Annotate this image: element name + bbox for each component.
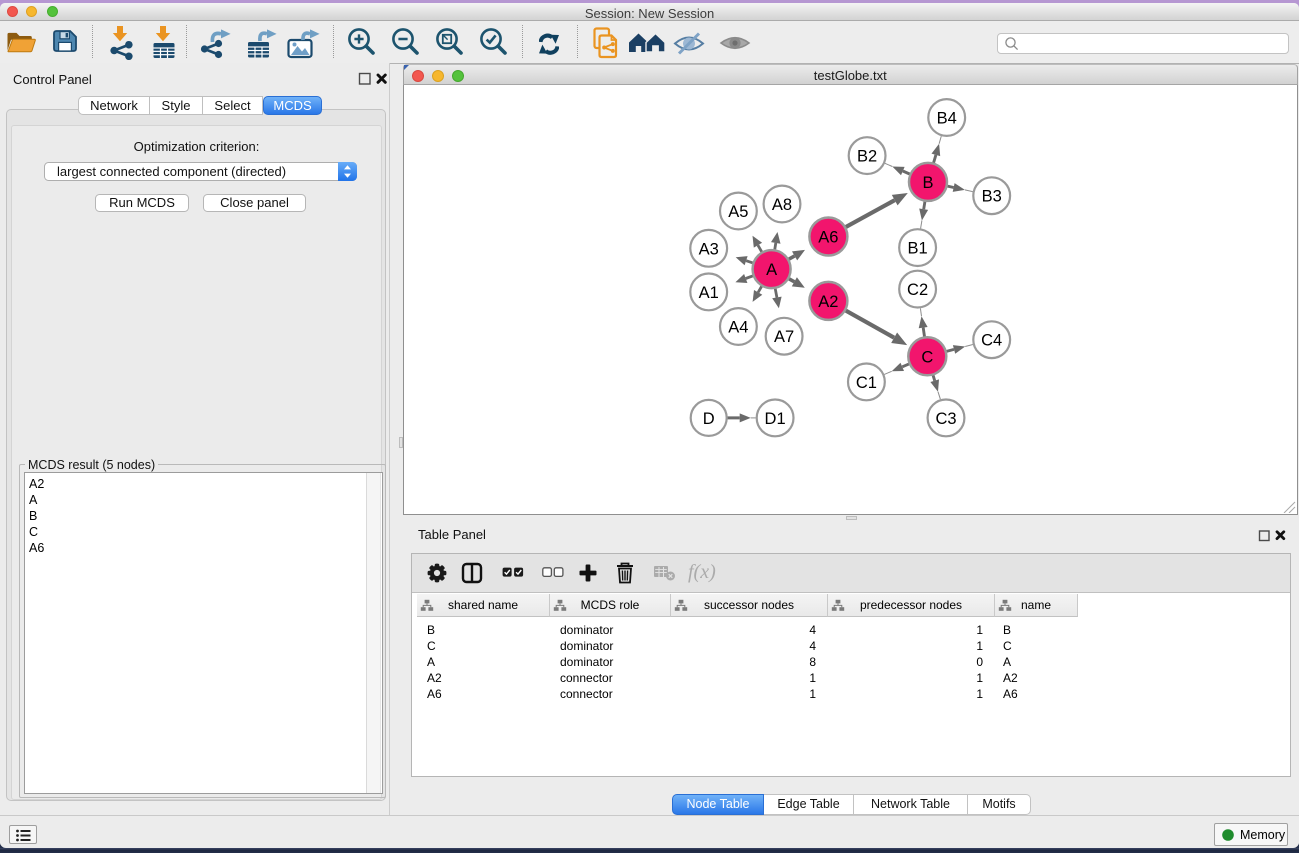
svg-text:B1: B1 <box>908 240 928 258</box>
svg-text:C2: C2 <box>907 281 928 299</box>
svg-text:B2: B2 <box>857 148 877 166</box>
svg-text:B3: B3 <box>982 188 1002 206</box>
svg-text:B: B <box>922 174 933 192</box>
svg-text:A4: A4 <box>728 319 748 337</box>
svg-text:A: A <box>766 261 777 279</box>
svg-text:D: D <box>703 410 715 428</box>
svg-text:A7: A7 <box>774 328 794 346</box>
svg-text:C1: C1 <box>856 374 877 392</box>
svg-text:C4: C4 <box>981 332 1002 350</box>
svg-text:A8: A8 <box>772 196 792 214</box>
svg-text:A6: A6 <box>818 229 838 247</box>
svg-text:A2: A2 <box>818 293 838 311</box>
svg-text:D1: D1 <box>765 410 786 428</box>
svg-text:A5: A5 <box>728 203 748 221</box>
svg-text:A3: A3 <box>699 240 719 258</box>
svg-text:C: C <box>921 348 933 366</box>
svg-text:C3: C3 <box>935 410 956 428</box>
svg-text:A1: A1 <box>699 284 719 302</box>
svg-text:B4: B4 <box>937 110 957 128</box>
